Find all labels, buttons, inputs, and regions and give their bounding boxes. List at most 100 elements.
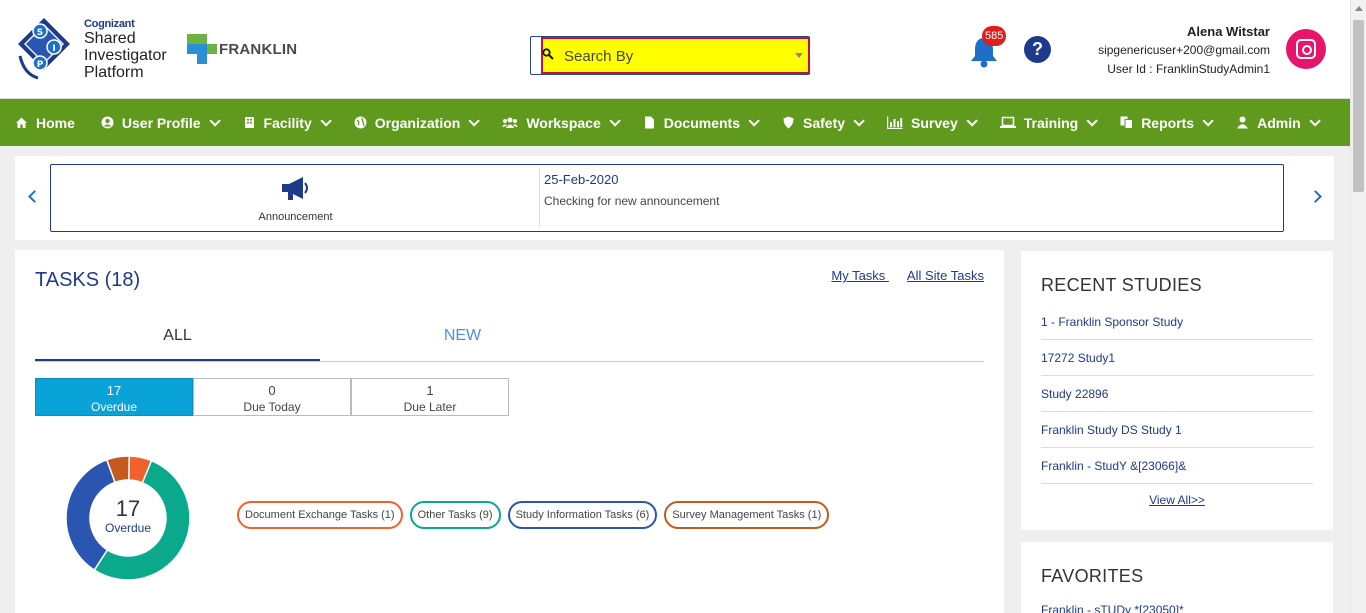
chevron-down-icon <box>609 114 621 127</box>
file-icon <box>643 116 656 129</box>
user-email: sipgenericuser+200@gmail.com <box>1098 43 1270 57</box>
tasks-panel: TASKS (18) My Tasks All Site Tasks ALL N… <box>15 250 1004 613</box>
all-site-tasks-link[interactable]: All Site Tasks <box>907 268 984 283</box>
my-tasks-link[interactable]: My Tasks <box>831 268 889 283</box>
favorite-item[interactable]: Franklin - sTUDy *[23050]* <box>1041 603 1184 613</box>
nav-item-survey[interactable]: Survey <box>886 114 978 131</box>
donut-center-value: 17 <box>115 496 141 521</box>
nav-item-facility[interactable]: Facility <box>243 115 332 131</box>
globe-icon <box>354 116 367 129</box>
users-icon <box>502 116 519 129</box>
donut-center-label: Overdue <box>104 521 152 535</box>
user-id: User Id : FranklinStudyAdmin1 <box>1107 62 1270 76</box>
task-chip[interactable]: Survey Management Tasks (1) <box>664 501 830 529</box>
chevron-down-icon <box>795 53 803 58</box>
announcement-text: Checking for new announcement <box>544 194 720 208</box>
user-info[interactable]: Alena Witstar sipgenericuser+200@gmail.c… <box>1098 22 1270 79</box>
franklin-cross-icon <box>187 34 217 64</box>
recent-study-item[interactable]: 17272 Study1 <box>1041 340 1313 376</box>
scroll-up-icon[interactable] <box>1355 6 1363 11</box>
chevron-down-icon <box>208 114 221 127</box>
recent-study-item[interactable]: Franklin - StudY &[23066]& <box>1041 448 1313 484</box>
task-chip[interactable]: Document Exchange Tasks (1) <box>237 501 403 529</box>
instagram-icon[interactable] <box>1286 29 1326 69</box>
megaphone-icon <box>282 177 308 200</box>
chevron-down-icon <box>966 114 978 127</box>
nav-item-documents[interactable]: Documents <box>643 114 760 131</box>
notification-badge[interactable]: 585 <box>982 26 1007 46</box>
chevron-down-icon <box>1309 114 1321 127</box>
nav-item-user-profile[interactable]: User Profile <box>101 114 221 131</box>
nav-item-label: Safety <box>803 114 846 131</box>
announcement-date: 25-Feb-2020 <box>544 172 619 187</box>
chevron-down-icon <box>1086 114 1098 127</box>
counter-due-today[interactable]: 0 Due Today <box>193 378 351 416</box>
task-chip[interactable]: Study Information Tasks (6) <box>507 501 658 529</box>
nav-item-label: User Profile <box>121 114 201 131</box>
header: S I P Cognizant Shared Investigator Plat… <box>0 0 1350 99</box>
counter-overdue[interactable]: 17 Overdue <box>35 378 193 416</box>
tasks-title: TASKS (18) <box>35 269 141 291</box>
franklin-logo: FRANKLIN <box>187 34 297 64</box>
copy-icon <box>1120 116 1134 129</box>
task-counters: 17 Overdue 0 Due Today 1 Due Later <box>35 378 509 416</box>
brand-name: FRANKLIN <box>219 40 298 58</box>
chevron-down-icon <box>468 114 481 127</box>
chevron-down-icon <box>748 114 760 127</box>
nav-item-home[interactable]: Home <box>15 115 75 131</box>
main-nav: Home User Profile Facility Organization Work… <box>0 99 1350 146</box>
task-chip[interactable]: Other Tasks (9) <box>409 501 501 529</box>
nav-item-label: Documents <box>663 114 740 131</box>
favorites-panel: FAVORITES Franklin - sTUDy *[23050]* <box>1021 542 1333 613</box>
scroll-thumb[interactable] <box>1353 20 1364 192</box>
recent-study-item[interactable]: Study 22896 <box>1041 376 1313 412</box>
search-placeholder: Search By <box>564 48 634 65</box>
shield-icon <box>782 116 795 129</box>
recent-studies-list: 1 - Franklin Sponsor Study 17272 Study1 St… <box>1041 304 1313 484</box>
counter-label: Due Later <box>403 400 457 414</box>
bar-chart-icon <box>886 116 903 130</box>
nav-item-organization[interactable]: Organization <box>354 114 481 131</box>
sip-letter-i: I <box>52 44 55 54</box>
announcement-label: Announcement <box>258 211 333 223</box>
donut-center: 17 Overdue <box>65 496 191 536</box>
nav-item-training[interactable]: Training <box>999 114 1098 131</box>
home-icon <box>15 116 28 129</box>
tab-new[interactable]: NEW <box>320 319 605 361</box>
recent-study-item[interactable]: 1 - Franklin Sponsor Study <box>1041 304 1313 340</box>
logo-text: Cognizant Shared Investigator Platform <box>84 18 167 81</box>
page-scrollbar[interactable] <box>1350 0 1366 613</box>
chevron-down-icon <box>1202 114 1214 127</box>
user-icon <box>1236 116 1249 129</box>
counter-label: Overdue <box>90 400 138 414</box>
recent-study-item[interactable]: Franklin Study DS Study 1 <box>1041 412 1313 448</box>
nav-item-workspace[interactable]: Workspace <box>502 114 621 131</box>
sip-letter-s: S <box>37 28 43 38</box>
nav-item-safety[interactable]: Safety <box>782 114 865 131</box>
sip-logo-icon[interactable]: S I P <box>16 16 72 82</box>
nav-item-label: Survey <box>911 114 958 131</box>
nav-item-label: Training <box>1023 114 1079 131</box>
task-category-chips: Document Exchange Tasks (1) Other Tasks (… <box>237 501 836 529</box>
next-announcement-icon[interactable] <box>1309 190 1322 203</box>
prev-announcement-icon[interactable] <box>28 190 41 203</box>
nav-item-admin[interactable]: Admin <box>1236 114 1321 131</box>
counter-due-later[interactable]: 1 Due Later <box>351 378 509 416</box>
building-icon <box>243 116 256 129</box>
nav-item-label: Workspace <box>526 114 601 131</box>
chevron-down-icon <box>853 114 865 127</box>
help-icon[interactable]: ? <box>1024 36 1051 63</box>
tab-all[interactable]: ALL <box>35 319 320 361</box>
nav-item-label: Organization <box>374 114 461 131</box>
search-container[interactable]: Search By <box>530 36 810 75</box>
announcement-card: Announcement 25-Feb-2020 Checking for ne… <box>50 164 1284 232</box>
user-name: Alena Witstar <box>1187 24 1270 39</box>
search-select[interactable]: Search By <box>541 37 810 74</box>
nav-item-reports[interactable]: Reports <box>1120 115 1214 131</box>
recent-studies-panel: RECENT STUDIES 1 - Franklin Sponsor Stud… <box>1021 251 1333 530</box>
user-circle-icon <box>101 116 114 129</box>
favorites-title: FAVORITES <box>1041 566 1144 586</box>
announcement-panel: Announcement 25-Feb-2020 Checking for ne… <box>15 156 1334 240</box>
view-all-link[interactable]: View All>> <box>1021 493 1333 507</box>
laptop-icon <box>999 116 1016 129</box>
